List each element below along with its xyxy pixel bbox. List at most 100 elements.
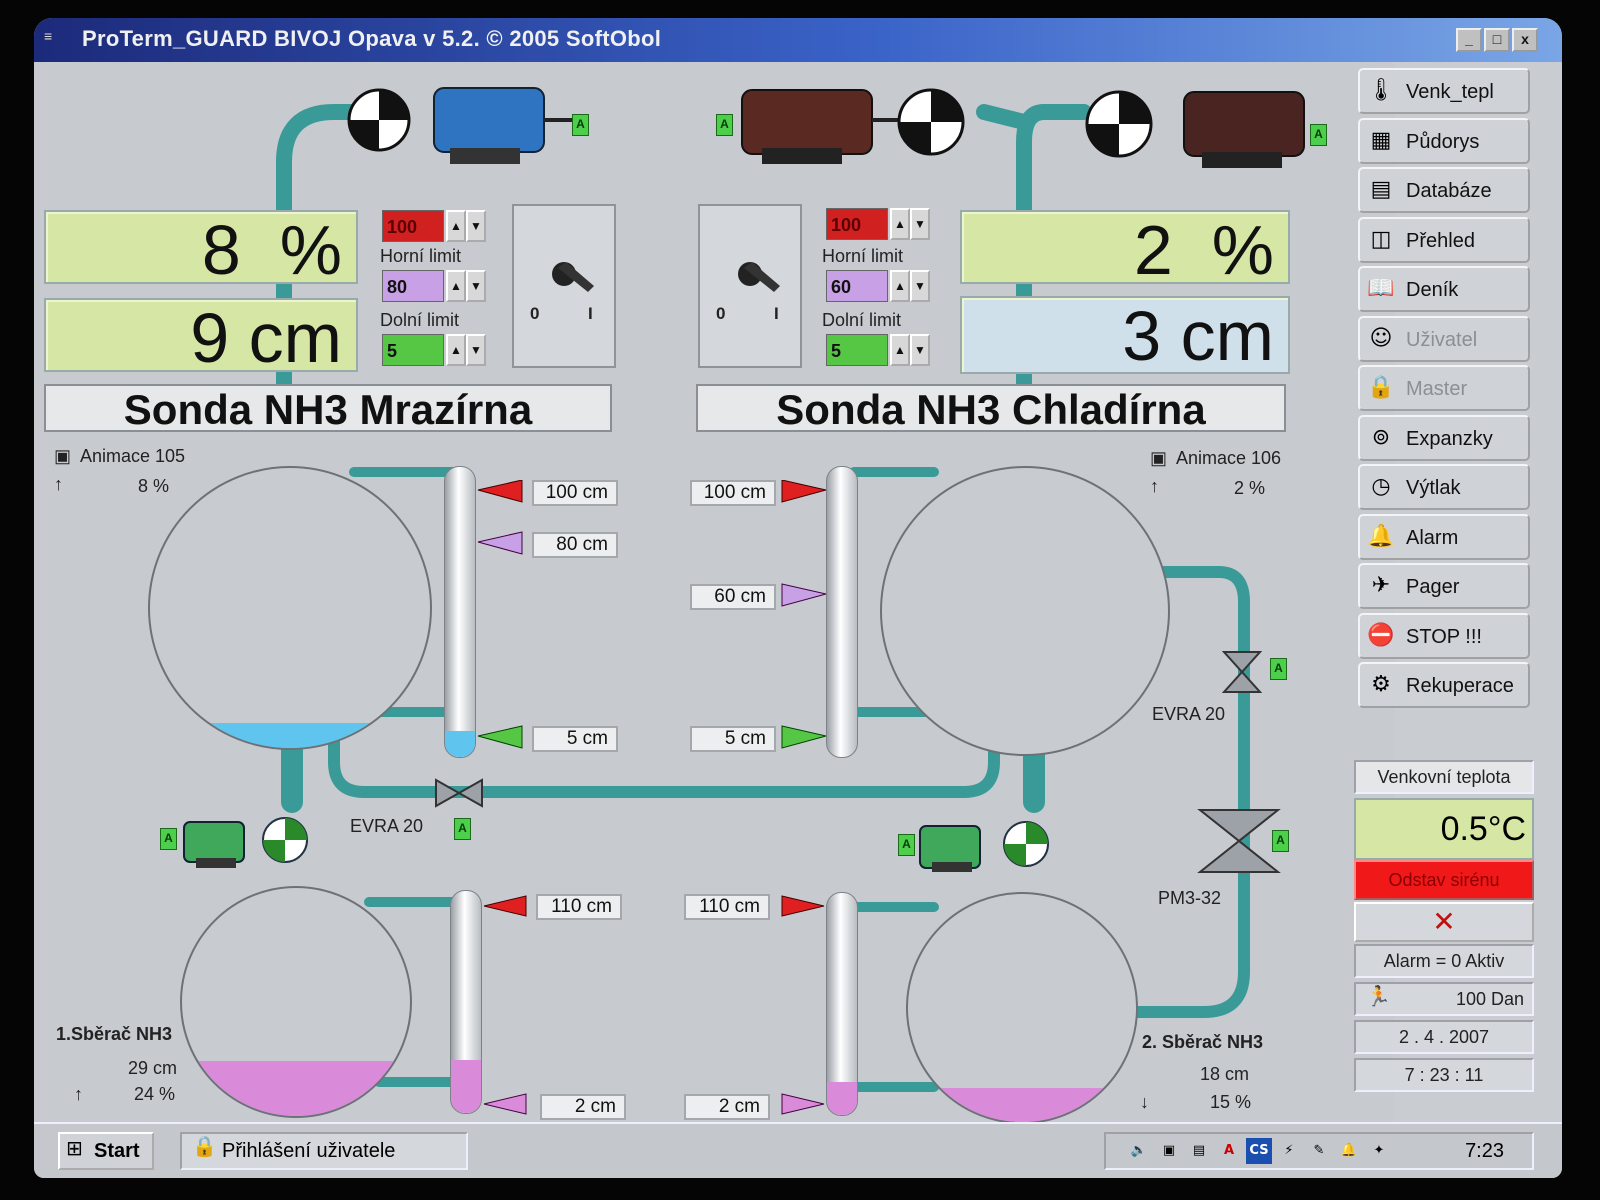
right-anim-percent: 2 % xyxy=(1234,478,1266,498)
auto-badge: A xyxy=(716,114,733,136)
left-probe-switch[interactable]: 0 I xyxy=(512,204,616,368)
alarm-status: Alarm = 0 Aktiv xyxy=(1354,944,1534,978)
overview-icon: ◫ xyxy=(1370,226,1392,252)
sidebar-button-v-tlak[interactable]: ◷ Výtlak xyxy=(1358,464,1530,510)
down-arrow-icon[interactable]: ▼ xyxy=(910,270,930,302)
down-arrow-icon: ↓ xyxy=(1140,1092,1149,1112)
left-collector-liquid xyxy=(182,1061,410,1116)
close-x-icon[interactable]: ✕ xyxy=(1354,902,1534,942)
taskbar: ⊞ Start 🔒 Přihlášení uživatele 🔈 ▣ ▤ A C… xyxy=(34,1122,1562,1178)
sidebar-button-alarm[interactable]: 🔔 Alarm xyxy=(1358,513,1530,560)
left-collector-marker-2: 2 cm xyxy=(540,1094,626,1120)
right-valve2-label: PM3-32 xyxy=(1158,888,1222,908)
sidebar-button-p-ehled[interactable]: ◫ Přehled xyxy=(1358,216,1530,263)
tray-misc-icon[interactable]: ✦ xyxy=(1366,1138,1392,1164)
left-collector-level: 29 cm xyxy=(128,1058,178,1078)
user-icon: ☺ xyxy=(1369,325,1393,351)
right-collector-marker-110: 110 cm xyxy=(684,894,770,920)
sidebar-button-pager[interactable]: ✈ Pager xyxy=(1358,563,1530,609)
top-motors xyxy=(433,87,1305,168)
binoculars-icon: ⊚ xyxy=(1371,424,1391,450)
sidebar-button-stop[interactable]: ⛔ STOP !!! xyxy=(1358,612,1530,659)
sidebar-button-datab-ze[interactable]: ▤ Databáze xyxy=(1358,167,1530,213)
lock-icon: 🔒 xyxy=(1367,375,1395,400)
sidebar-button-den-k[interactable]: 📖 Deník xyxy=(1358,266,1530,312)
sidebar-button-master[interactable]: 🔒 Master xyxy=(1358,365,1530,411)
connection-icon[interactable]: ⚡ xyxy=(1276,1138,1302,1164)
sidebar-button-expanzky[interactable]: ⊚ Expanzky xyxy=(1358,414,1530,461)
down-arrow-icon[interactable]: ▼ xyxy=(910,334,930,366)
left-collector-gauge xyxy=(450,890,482,1114)
alert-icon[interactable]: 🔔 xyxy=(1336,1138,1362,1164)
up-arrow-icon[interactable]: ▲ xyxy=(890,270,910,302)
sidebar-button-rekuperace[interactable]: ⚙ Rekuperace xyxy=(1358,662,1530,708)
lock-icon: 🔒 xyxy=(192,1134,217,1158)
taskbar-item-login[interactable]: 🔒 Přihlášení uživatele xyxy=(180,1132,468,1170)
speaker-icon[interactable]: 🔈 xyxy=(1126,1138,1152,1164)
sidebar-button-p-dorys[interactable]: ▦ Půdorys xyxy=(1358,117,1530,164)
right-level-display: 3 cm xyxy=(960,296,1290,375)
right-collector-liquid xyxy=(908,1087,1136,1122)
up-arrow-icon[interactable]: ▲ xyxy=(890,208,910,240)
left-level-display: 9 cm xyxy=(44,298,358,377)
system-tray: 🔈 ▣ ▤ A CS ⚡ ✎ 🔔 ✦ 7:23 xyxy=(1104,1132,1534,1170)
left-marker-5: 5 cm xyxy=(532,726,618,752)
database-icon: ▤ xyxy=(1370,177,1392,202)
siren-off-button[interactable]: Odstav sirénu xyxy=(1354,860,1534,900)
left-anim-checkbox[interactable]: ▣ xyxy=(54,446,71,467)
app-icon: ≡ xyxy=(44,28,53,44)
language-cs-icon[interactable]: CS xyxy=(1246,1138,1272,1164)
network-icon[interactable]: ▣ xyxy=(1156,1138,1182,1164)
left-probe-title: Sonda NH3 Mrazírna xyxy=(44,384,612,433)
right-valve-label: EVRA 20 xyxy=(1152,704,1226,724)
sidebar-button-venk-tepl[interactable]: 🌡 Venk_tepl xyxy=(1358,68,1530,114)
left-valve-label: EVRA 20 xyxy=(350,816,424,836)
right-collector-vessel xyxy=(906,892,1138,1124)
up-arrow-icon[interactable]: ▲ xyxy=(446,270,466,302)
up-arrow-icon[interactable]: ▲ xyxy=(890,334,910,366)
up-arrow-icon: ↑ xyxy=(1150,476,1159,496)
thermometer-icon: 🌡 xyxy=(1367,78,1395,103)
left-collector-vessel xyxy=(180,886,412,1118)
navigation-sidebar: 🌡 Venk_tepl ▦ Půdorys ▤ Databáze ◫ Přehled 📖 Dení… xyxy=(1354,68,1538,1108)
close-button[interactable]: x xyxy=(1512,28,1538,52)
tool-icon[interactable]: ✎ xyxy=(1306,1138,1332,1164)
right-probe-switch[interactable]: 0 I xyxy=(698,204,802,368)
stop-icon: ⛔ xyxy=(1367,622,1395,648)
left-level-gauge xyxy=(444,466,476,758)
circulation-pumps xyxy=(183,817,1049,872)
dan-status: 🏃 100 Dan xyxy=(1354,982,1534,1016)
floorplan-icon: ▦ xyxy=(1370,127,1392,153)
switch-knob-icon xyxy=(738,262,780,292)
minimize-button[interactable]: _ xyxy=(1456,28,1482,52)
up-arrow-icon[interactable]: ▲ xyxy=(446,210,466,242)
left-collector-percent: 24 % xyxy=(134,1084,176,1104)
down-arrow-icon[interactable]: ▼ xyxy=(466,334,486,366)
right-collector-gauge xyxy=(826,892,858,1116)
right-anim-checkbox[interactable]: ▣ xyxy=(1150,448,1167,469)
maximize-button[interactable]: □ xyxy=(1484,28,1510,52)
left-collector-label: 1.Sběrač NH3 xyxy=(56,1024,173,1044)
left-marker-80: 80 cm xyxy=(532,532,618,558)
auto-badge: A xyxy=(160,828,177,850)
right-separator-vessel xyxy=(880,466,1170,756)
right-collector-level: 18 cm xyxy=(1200,1064,1250,1084)
right-collector-marker-2: 2 cm xyxy=(684,1094,770,1120)
down-arrow-icon[interactable]: ▼ xyxy=(910,208,930,240)
down-arrow-icon[interactable]: ▼ xyxy=(466,270,486,302)
auto-badge: A xyxy=(572,114,589,136)
right-level-gauge xyxy=(826,466,858,758)
outdoor-temperature-label: Venkovní teplota xyxy=(1354,760,1534,794)
title-bar: ≡ ProTerm_GUARD BIVOJ Opava v 5.2. © 200… xyxy=(34,18,1562,62)
sidebar-button-u-ivatel[interactable]: ☺ Uživatel xyxy=(1358,315,1530,362)
up-arrow-icon[interactable]: ▲ xyxy=(446,334,466,366)
left-anim-percent: 8 % xyxy=(138,476,170,496)
auto-badge: A xyxy=(1270,658,1287,680)
left-marker-arrows xyxy=(477,480,523,749)
ati-icon[interactable]: A xyxy=(1216,1138,1242,1164)
display-icon[interactable]: ▤ xyxy=(1186,1138,1212,1164)
right-collector-label: 2. Sběrač NH3 xyxy=(1142,1032,1264,1052)
right-marker-100: 100 cm xyxy=(690,480,776,506)
start-button[interactable]: ⊞ Start xyxy=(58,1132,154,1170)
down-arrow-icon[interactable]: ▼ xyxy=(466,210,486,242)
